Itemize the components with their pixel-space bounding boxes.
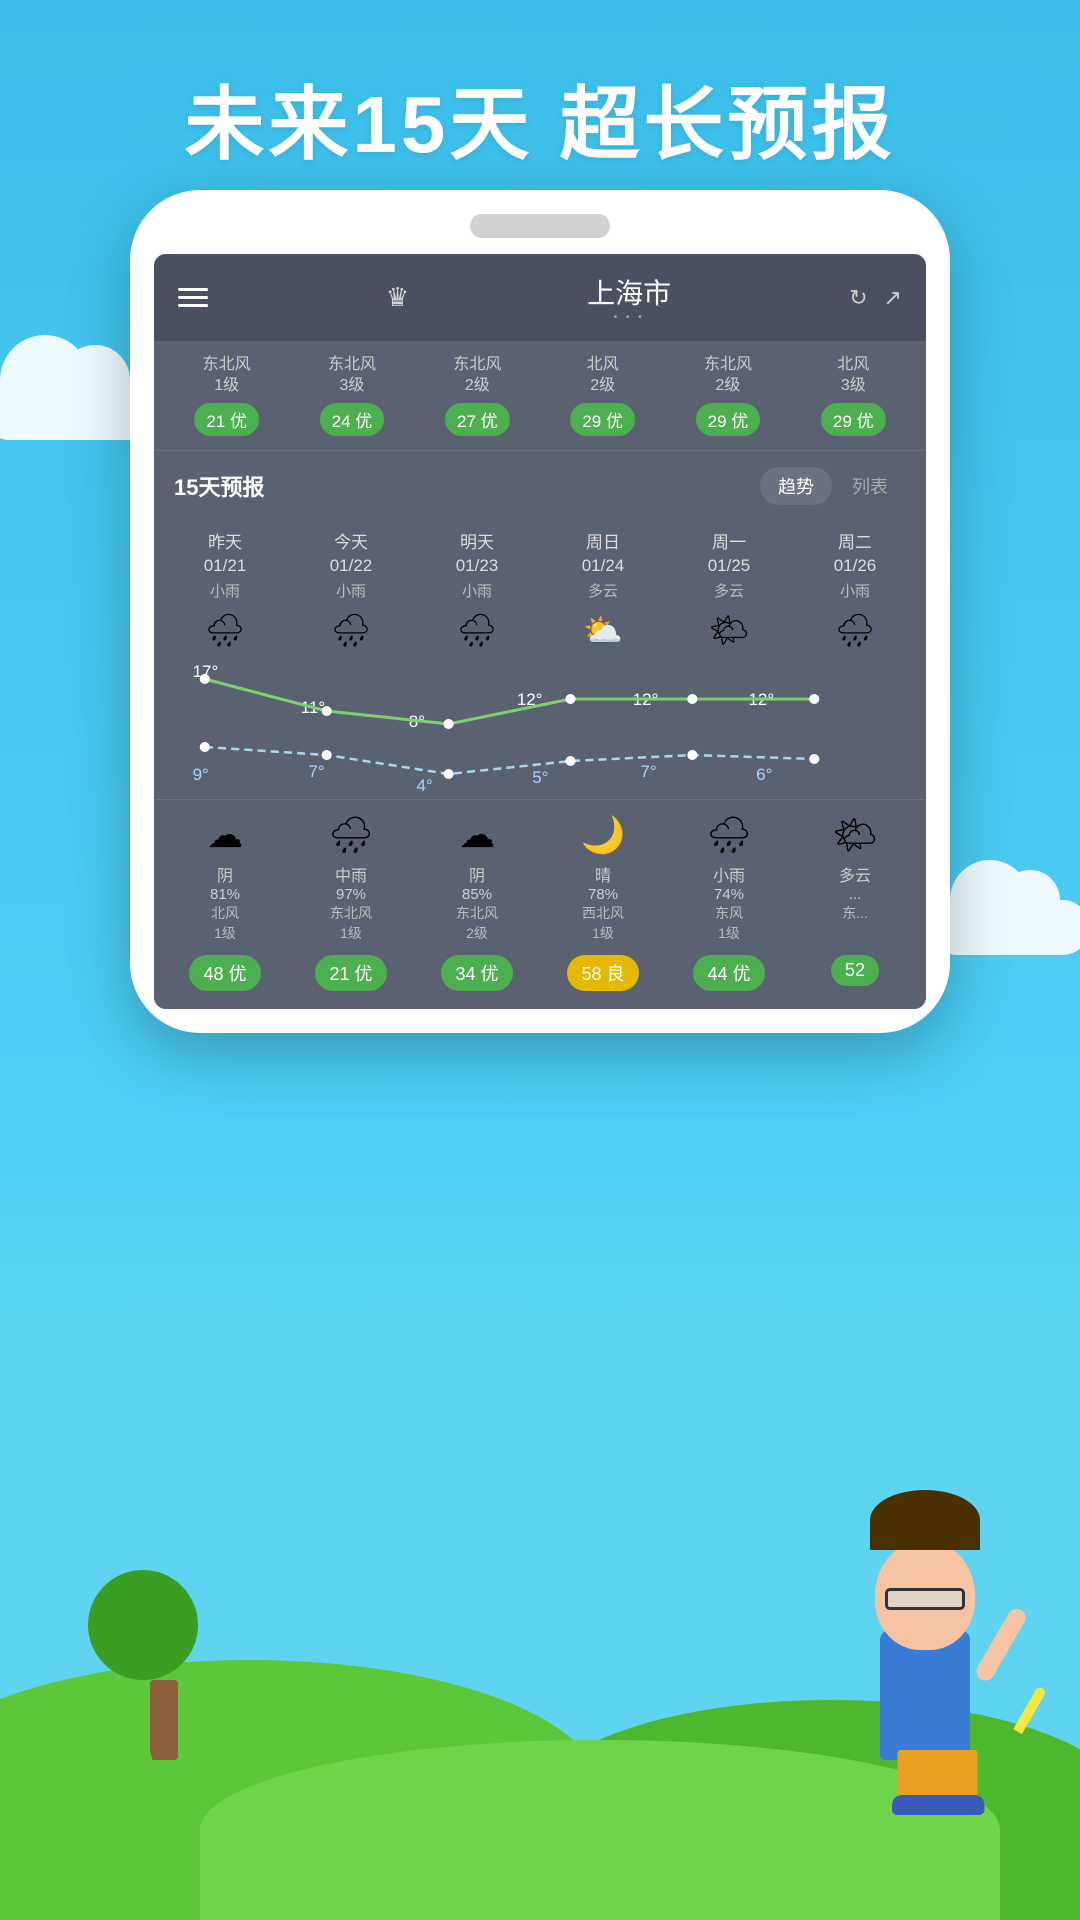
day-col-0: 昨天01/21 小雨	[162, 531, 288, 602]
city-name: 上海市	[587, 272, 671, 312]
menu-button[interactable]	[178, 288, 208, 307]
bottom-cell-4: 🌧 小雨 74% 东风1级	[666, 814, 792, 943]
day-col-4: 周一01/25 多云	[666, 531, 792, 602]
aqi-cell-3: 北风2级 29 优	[540, 355, 665, 436]
tree-trunk	[150, 1680, 178, 1760]
forecast-title: 15天预报	[174, 470, 264, 502]
bottom-cell-3: 🌙 晴 78% 西北风1级	[540, 814, 666, 943]
weather-icon-0: 🌧	[162, 611, 288, 649]
phone-notch	[470, 214, 610, 238]
day-col-2: 明天01/23 小雨	[414, 531, 540, 602]
phone-screen: ♛ 上海市 • • • ↻ ↗ 东北风1级 21 优	[154, 254, 926, 1009]
city-dots: • • •	[587, 312, 671, 323]
temp-chart-svg	[154, 659, 926, 799]
refresh-icon[interactable]: ↻	[849, 285, 867, 311]
weather-icon-2: 🌧	[414, 611, 540, 649]
forecast-tabs: 趋势 列表	[760, 467, 906, 505]
forecast-header: 15天预报 趋势 列表	[154, 450, 926, 521]
bottom-cell-1: 🌧 中雨 97% 东北风1级	[288, 814, 414, 943]
cloud-right	[930, 900, 1080, 955]
bottom-cell-0: ☁ 阴 81% 北风1级	[162, 814, 288, 943]
tab-trend[interactable]: 趋势	[760, 467, 832, 505]
day-col-5: 周二01/26 小雨	[792, 531, 918, 602]
aqi-cell-5: 北风3级 29 优	[791, 355, 916, 436]
background: 未来15天 超长预报 ♛ 上海市 • • •	[0, 0, 1080, 1920]
day-col-1: 今天01/22 小雨	[288, 531, 414, 602]
bottom-aqi-4: 44 优	[666, 955, 792, 991]
weather-icon-4: 🌤	[666, 611, 792, 649]
weather-icons-row: 🌧 🌧 🌧 ⛅ 🌤 🌧	[154, 601, 926, 659]
aqi-cell-0: 东北风1级 21 优	[164, 355, 289, 436]
tree-foliage	[88, 1570, 198, 1680]
headline: 未来15天 超长预报	[0, 60, 1080, 176]
phone-frame: ♛ 上海市 • • • ↻ ↗ 东北风1级 21 优	[130, 190, 950, 1033]
aqi-cell-4: 东北风2级 29 优	[665, 355, 790, 436]
bottom-aqi-3: 58 良	[540, 955, 666, 991]
temp-chart: 17° 11° 8° 12° 12° 12° 9° 7° 4° 5° 7° 6°	[154, 659, 926, 799]
tree	[130, 1600, 198, 1760]
bottom-cell-5: 🌤 多云 ... 东...	[792, 814, 918, 943]
bottom-aqi-1: 21 优	[288, 955, 414, 991]
aqi-cell-1: 东北风3级 24 优	[289, 355, 414, 436]
day-col-3: 周日01/24 多云	[540, 531, 666, 602]
bottom-cell-2: ☁ 阴 85% 东北风2级	[414, 814, 540, 943]
bottom-aqi-0: 48 优	[162, 955, 288, 991]
bottom-aqi-2: 34 优	[414, 955, 540, 991]
bottom-aqi-row: 48 优 21 优 34 优 58 良 44 优 52	[154, 943, 926, 1009]
character	[810, 1440, 1040, 1820]
weather-icon-5: 🌧	[792, 611, 918, 649]
tab-list[interactable]: 列表	[834, 467, 906, 505]
app-header: ♛ 上海市 • • • ↻ ↗	[154, 254, 926, 341]
crown-icon[interactable]: ♛	[386, 282, 409, 313]
bottom-aqi-5: 52	[792, 955, 918, 991]
aqi-cell-2: 东北风2级 27 优	[415, 355, 540, 436]
bottom-weather-row: ☁ 阴 81% 北风1级 🌧 中雨 97% 东北风1级 ☁ 阴 85%	[154, 799, 926, 943]
days-label-row: 昨天01/21 小雨 今天01/22 小雨 明天01/23 小雨 周日01/24…	[154, 521, 926, 602]
aqi-top-row: 东北风1级 21 优 东北风3级 24 优 东北风2级 27 优 北风2级 29…	[154, 341, 926, 450]
weather-icon-3: ⛅	[540, 611, 666, 649]
weather-icon-1: 🌧	[288, 611, 414, 649]
phone-wrapper: ♛ 上海市 • • • ↻ ↗ 东北风1级 21 优	[130, 190, 950, 1033]
share-icon[interactable]: ↗	[884, 285, 902, 311]
